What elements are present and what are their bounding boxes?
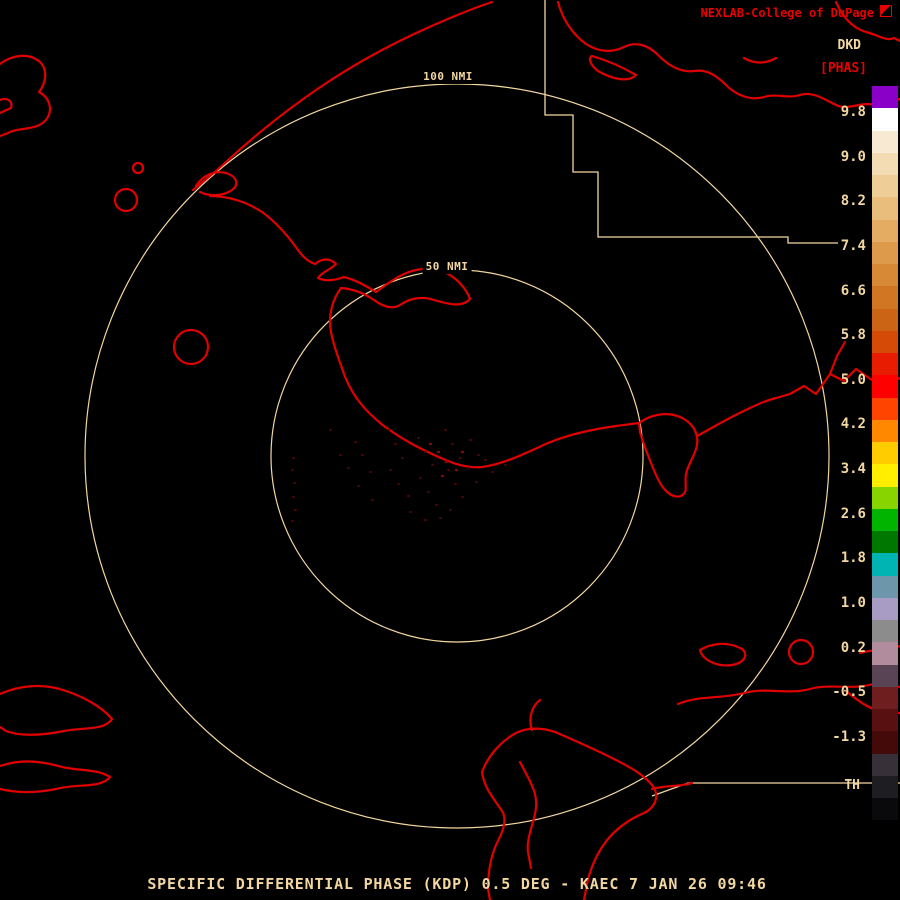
- colorbar-tick-label: 1.8: [840, 550, 866, 567]
- colorbar-tick-label: 9.0: [840, 148, 866, 165]
- colorbar-segment: [872, 130, 898, 153]
- colorbar-segment: [872, 753, 898, 776]
- range-ring-label-50nmi: 50 NMI: [422, 259, 472, 274]
- coastline-outlines: [0, 0, 900, 900]
- colorbar-tick-label: 4.2: [840, 416, 866, 433]
- range-ring-50nmi: [270, 269, 644, 643]
- colorbar-bottom-label: TH: [844, 778, 860, 793]
- colorbar-segment: [872, 397, 898, 420]
- colorbar-segment: [872, 241, 898, 264]
- range-rings: [84, 83, 830, 829]
- colorbar-segment: [872, 575, 898, 598]
- product-units: [PHAS]: [820, 61, 867, 76]
- colorbar-tick-label: 9.8: [840, 104, 866, 120]
- colorbar-tick-label: 3.4: [840, 461, 866, 478]
- radar-map-canvas: [0, 0, 900, 900]
- colorbar-segment: [872, 642, 898, 665]
- colorbar-segment: [872, 330, 898, 353]
- brand-title: NEXLAB-College of DuPage: [700, 6, 874, 20]
- product-code: DKD: [837, 38, 861, 53]
- range-ring-100nmi: [84, 83, 830, 829]
- colorbar-tick-label: 5.8: [840, 327, 866, 344]
- colorbar-segment: [872, 531, 898, 554]
- colorbar-segment: [872, 798, 898, 821]
- radar-echoes: [291, 429, 507, 522]
- colorbar-segment: [872, 775, 898, 798]
- range-ring-label-100nmi: 100 NMI: [420, 69, 476, 84]
- lake-outline: [172, 328, 210, 366]
- colorbar-tick-label: 2.6: [840, 505, 866, 522]
- colorbar-segment: [872, 108, 898, 131]
- colorbar-segment: [872, 686, 898, 709]
- radar-display: 100 NMI 50 NMI NEXLAB-College of DuPage …: [0, 0, 900, 900]
- colorbar-segment: [872, 419, 898, 442]
- colorbar-segment: [872, 731, 898, 754]
- colorbar-segment: [872, 709, 898, 732]
- colorbar-tick-label: 6.6: [840, 282, 866, 299]
- product-caption: SPECIFIC DIFFERENTIAL PHASE (KDP) 0.5 DE…: [147, 875, 767, 893]
- colorbar-tick-label: 1.0: [840, 595, 866, 612]
- colorbar-segment: [872, 86, 898, 109]
- colorbar-segment: [872, 375, 898, 398]
- colorbar-segment: [872, 264, 898, 287]
- colorbar-segment: [872, 553, 898, 576]
- colorbar-segment: [872, 175, 898, 198]
- colorbar-tick-label: 0.2: [840, 639, 866, 656]
- colorbar-segment: [872, 152, 898, 175]
- colorbar-segment: [872, 442, 898, 465]
- colorbar-segment: [872, 464, 898, 487]
- colorbar: [872, 86, 898, 821]
- colorbar-segment: [872, 219, 898, 242]
- colorbar-tick-labels: 9.8 9.0 8.2 7.4 6.6 5.8 5.0 4.2 3.4 2.6 1.8 1.0 0.2 -…: [832, 104, 866, 745]
- nexlab-logo-icon: [880, 5, 892, 17]
- colorbar-tick-label: -1.3: [832, 728, 866, 745]
- colorbar-tick-label: 8.2: [840, 193, 866, 210]
- colorbar-segment: [872, 620, 898, 643]
- colorbar-segment: [872, 286, 898, 309]
- lake-outline: [131, 161, 145, 175]
- lake-outline: [113, 187, 139, 213]
- colorbar-segment: [872, 353, 898, 376]
- colorbar-segment: [872, 664, 898, 687]
- colorbar-segment: [872, 597, 898, 620]
- colorbar-segment: [872, 508, 898, 531]
- colorbar-segment: [872, 308, 898, 331]
- colorbar-tick-label: 5.0: [840, 371, 866, 388]
- colorbar-tick-label: -0.5: [832, 684, 866, 701]
- colorbar-tick-label: 7.4: [840, 237, 866, 254]
- lake-outline: [787, 638, 815, 666]
- colorbar-segment: [872, 486, 898, 509]
- colorbar-segment: [872, 197, 898, 220]
